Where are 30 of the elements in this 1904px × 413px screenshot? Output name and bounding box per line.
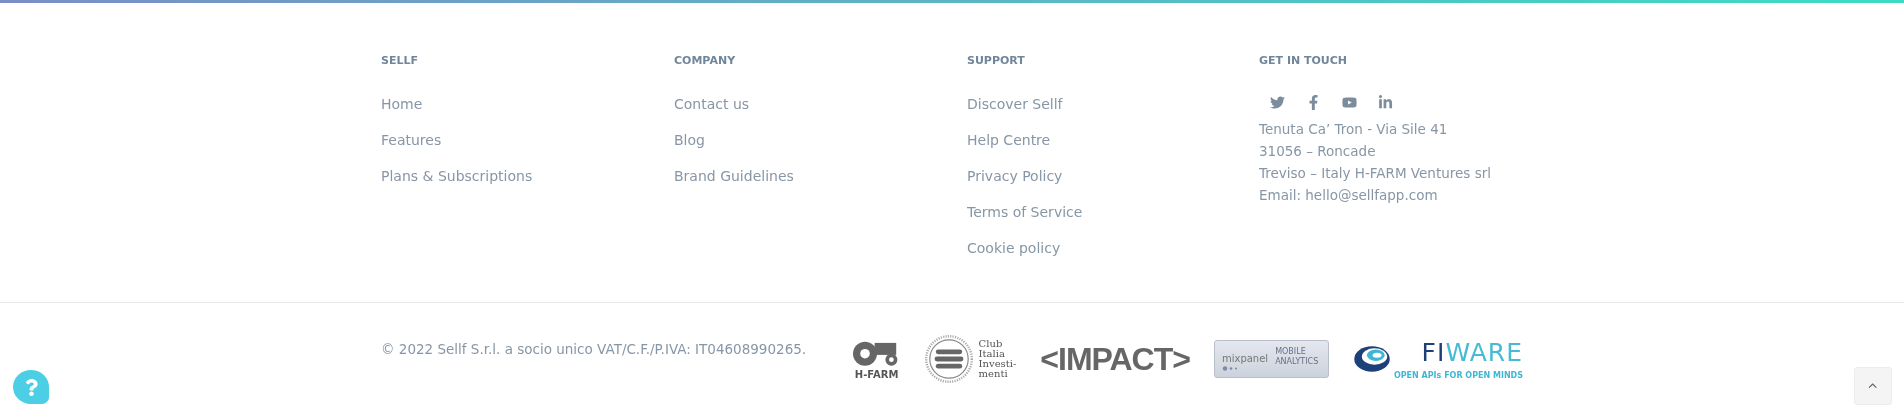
help-chat-button[interactable]: [13, 370, 49, 404]
address-line: Treviso – Italy H-FARM Ventures srl: [1259, 164, 1492, 183]
footer-link[interactable]: Cookie policy: [967, 238, 1259, 274]
footer-link[interactable]: Home: [381, 94, 674, 130]
column-heading: SELLF: [381, 54, 419, 69]
column-heading: COMPANY: [674, 54, 737, 69]
address-line: 31056 – Roncade: [1259, 142, 1377, 161]
footer-link[interactable]: Privacy Policy: [967, 166, 1259, 202]
footer-link[interactable]: Blog: [674, 130, 967, 166]
logo-text: <IMPACT>: [1040, 340, 1190, 378]
footer-link[interactable]: Plans & Subscriptions: [381, 166, 674, 202]
column-heading: GET IN TOUCH: [1259, 54, 1349, 69]
footer-link[interactable]: Help Centre: [967, 130, 1259, 166]
copyright-text: © 2022 Sellf S.r.l. a socio unico VAT/C.F./P.IVA: IT04608990265.: [381, 341, 808, 357]
swirl-icon: [1352, 345, 1391, 373]
logo-text: Club Italia Investi- menti: [978, 339, 1017, 379]
logo-text: H-FARM: [854, 369, 899, 380]
footer-link[interactable]: Contact us: [674, 94, 967, 130]
stripes-emblem-icon: [924, 335, 973, 383]
logo-text: FIWARE: [1421, 338, 1523, 367]
footer-link[interactable]: Brand Guidelines: [674, 166, 967, 202]
footer-link[interactable]: Discover Sellf: [967, 94, 1259, 130]
logo-tagline: OPEN APIs FOR OPEN MINDS: [1393, 371, 1523, 380]
column-heading: SUPPORT: [967, 54, 1026, 69]
address-line: Email: hello@sellfapp.com: [1259, 186, 1439, 205]
linkedin-icon[interactable]: [1377, 94, 1393, 110]
footer-link[interactable]: Features: [381, 130, 674, 166]
address-line: Tenuta Ca’ Tron - Via Sile 41: [1259, 120, 1449, 139]
footer-link[interactable]: Terms of Service: [967, 202, 1259, 238]
twitter-icon[interactable]: [1269, 94, 1285, 110]
